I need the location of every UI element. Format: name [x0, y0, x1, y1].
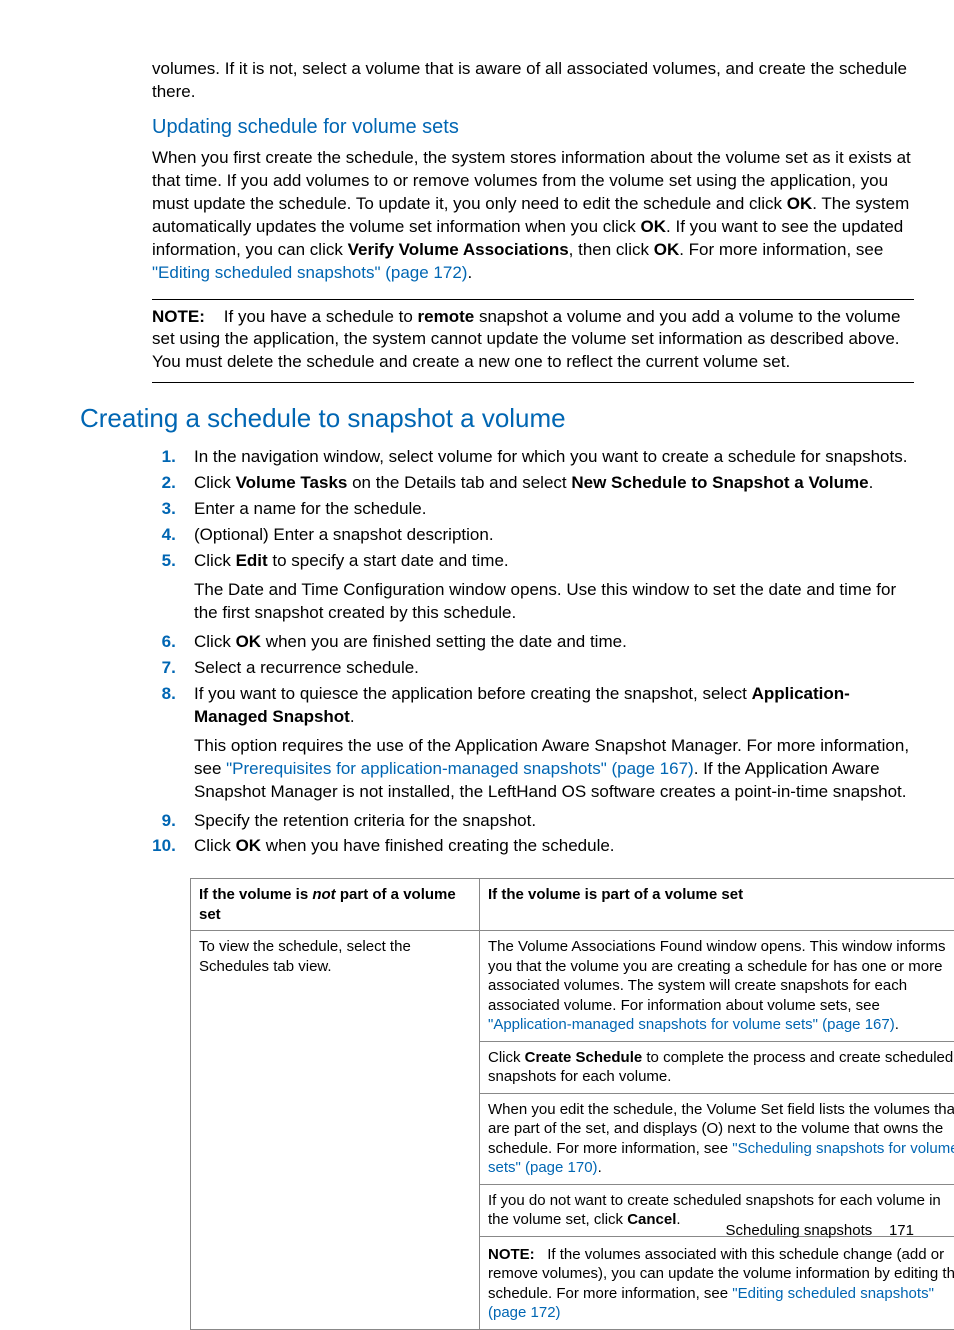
- text: Click: [194, 836, 236, 855]
- note-label: NOTE:: [488, 1246, 535, 1263]
- text: If you want to quiesce the application b…: [194, 684, 752, 703]
- note-label: NOTE:: [152, 307, 205, 326]
- bold: Edit: [236, 551, 268, 570]
- step-2: Click Volume Tasks on the Details tab an…: [190, 472, 914, 495]
- italic-not: not: [312, 886, 335, 903]
- section-heading: Creating a schedule to snapshot a volume: [80, 401, 914, 436]
- table-cell-r1: The Volume Associations Found window ope…: [480, 931, 954, 1042]
- bold-ok: OK: [641, 217, 667, 236]
- bold: Cancel: [627, 1211, 676, 1228]
- text: .: [350, 707, 355, 726]
- link-editing-scheduled[interactable]: "Editing scheduled snapshots" (page 172): [152, 263, 467, 282]
- page-container: volumes. If it is not, select a volume t…: [0, 0, 954, 1271]
- text: .: [676, 1211, 680, 1228]
- intro-paragraph: volumes. If it is not, select a volume t…: [152, 58, 914, 104]
- sub-heading: Updating schedule for volume sets: [152, 114, 914, 141]
- volume-table: If the volume is not part of a volume se…: [190, 878, 954, 1330]
- table-cell-r2: Click Create Schedule to complete the pr…: [480, 1041, 954, 1093]
- text: Click: [488, 1049, 525, 1066]
- table-cell-left: To view the schedule, select the Schedul…: [191, 931, 480, 1330]
- table-header-row: If the volume is not part of a volume se…: [191, 879, 954, 931]
- text: If you have a schedule to: [224, 307, 418, 326]
- steps-list: In the navigation window, select volume …: [152, 446, 914, 858]
- bold: OK: [236, 632, 262, 651]
- table-cell-r3: When you edit the schedule, the Volume S…: [480, 1093, 954, 1184]
- bold-ok: OK: [654, 240, 680, 259]
- text: .: [869, 473, 874, 492]
- step-9: Specify the retention criteria for the s…: [190, 810, 914, 833]
- text: If the volume is: [199, 886, 312, 903]
- step-4: (Optional) Enter a snapshot description.: [190, 524, 914, 547]
- footer-page: 171: [889, 1222, 914, 1239]
- text: Click: [194, 473, 236, 492]
- step-6: Click OK when you are finished setting t…: [190, 631, 914, 654]
- step-7: Select a recurrence schedule.: [190, 657, 914, 680]
- step-3: Enter a name for the schedule.: [190, 498, 914, 521]
- text: Click: [194, 551, 236, 570]
- text: , then click: [569, 240, 654, 259]
- sub-paragraph: When you first create the schedule, the …: [152, 147, 914, 285]
- bold: New Schedule to Snapshot a Volume: [571, 473, 868, 492]
- step-1: In the navigation window, select volume …: [190, 446, 914, 469]
- step-10: Click OK when you have finished creating…: [190, 835, 914, 858]
- step-5-extra: The Date and Time Configuration window o…: [194, 579, 914, 625]
- table-cell-r5: NOTE: If the volumes associated with thi…: [480, 1236, 954, 1329]
- link-prerequisites[interactable]: "Prerequisites for application-managed s…: [226, 759, 694, 778]
- text: when you are finished setting the date a…: [261, 632, 627, 651]
- bold: OK: [236, 836, 262, 855]
- text: when you have finished creating the sche…: [261, 836, 614, 855]
- text: Click: [194, 632, 236, 651]
- text: on the Details tab and select: [347, 473, 571, 492]
- table-header-1: If the volume is not part of a volume se…: [191, 879, 480, 931]
- step-8: If you want to quiesce the application b…: [190, 683, 914, 804]
- text: .: [467, 263, 472, 282]
- text: .: [598, 1159, 602, 1176]
- bold: Create Schedule: [525, 1049, 643, 1066]
- text: .: [895, 1016, 899, 1033]
- table-row: To view the schedule, select the Schedul…: [191, 931, 954, 1042]
- note-block: NOTE: If you have a schedule to remote s…: [152, 299, 914, 384]
- table-header-2: If the volume is part of a volume set: [480, 879, 954, 931]
- bold-remote: remote: [418, 307, 475, 326]
- link-app-managed[interactable]: "Application-managed snapshots for volum…: [488, 1016, 895, 1033]
- step-5: Click Edit to specify a start date and t…: [190, 550, 914, 625]
- text: If the volume is part of a volume set: [488, 886, 743, 903]
- footer-title: Scheduling snapshots: [726, 1222, 873, 1239]
- step-8-extra: This option requires the use of the Appl…: [194, 735, 914, 804]
- text: . For more information, see: [679, 240, 883, 259]
- bold-verify: Verify Volume Associations: [348, 240, 569, 259]
- bold: Volume Tasks: [236, 473, 348, 492]
- text: to specify a start date and time.: [268, 551, 509, 570]
- text: The Volume Associations Found window ope…: [488, 938, 945, 1014]
- table-note: NOTE: If the volumes associated with thi…: [488, 1245, 954, 1323]
- page-footer: Scheduling snapshots 171: [726, 1221, 914, 1241]
- bold-ok: OK: [787, 194, 813, 213]
